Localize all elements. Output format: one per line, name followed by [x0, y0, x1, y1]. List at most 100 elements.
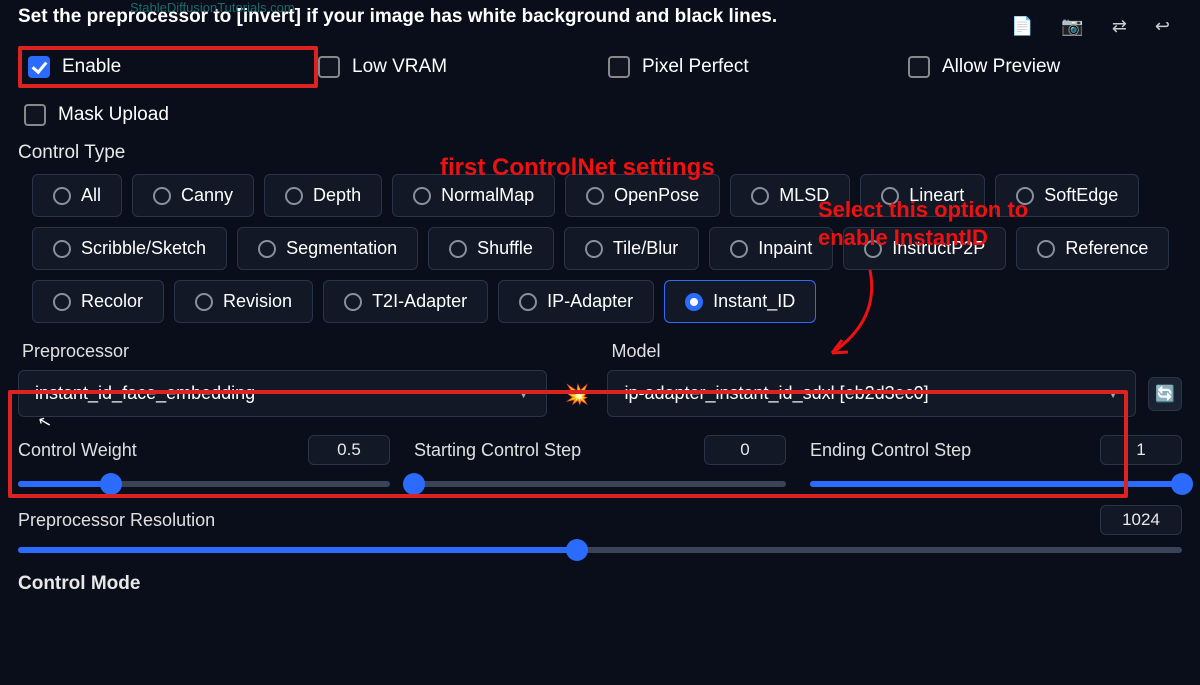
model-column: Model ip-adapter_instant_id_sdxl [eb2d3e… — [607, 341, 1136, 417]
allow-preview-label: Allow Preview — [942, 56, 1060, 78]
mask-upload-label: Mask Upload — [58, 104, 169, 126]
low-vram-checkbox[interactable] — [318, 56, 340, 78]
checkbox-row-1: Enable Low VRAM Pixel Perfect Allow Prev… — [18, 42, 1182, 102]
annotation-note: Select this option toenable InstantID — [818, 196, 1028, 251]
enable-label: Enable — [62, 56, 121, 78]
allow-preview-checkbox[interactable] — [908, 56, 930, 78]
control-type-recolor[interactable]: Recolor — [32, 280, 164, 323]
slider-thumb[interactable] — [566, 539, 588, 561]
low-vram-group: Low VRAM — [318, 56, 608, 78]
control-weight-track[interactable] — [18, 481, 390, 487]
radio-icon — [53, 240, 71, 258]
end-step-slider: Ending Control Step 1 — [810, 435, 1182, 487]
control-type-canny[interactable]: Canny — [132, 174, 254, 217]
camera-icon[interactable]: 📷 — [1061, 16, 1083, 37]
refresh-models-button[interactable]: 🔄 — [1148, 377, 1182, 411]
radio-icon — [285, 187, 303, 205]
control-weight-label: Control Weight — [18, 440, 137, 461]
radio-icon — [195, 293, 213, 311]
model-label: Model — [607, 341, 1136, 362]
radio-icon — [585, 240, 603, 258]
control-type-segmentation[interactable]: Segmentation — [237, 227, 418, 270]
end-step-label: Ending Control Step — [810, 440, 971, 461]
control-type-inpaint[interactable]: Inpaint — [709, 227, 833, 270]
return-icon[interactable]: ↩ — [1155, 16, 1170, 37]
radio-label: T2I-Adapter — [372, 291, 467, 312]
radio-label: OpenPose — [614, 185, 699, 206]
radio-icon — [586, 187, 604, 205]
control-type-t2i-adapter[interactable]: T2I-Adapter — [323, 280, 488, 323]
radio-icon — [685, 293, 703, 311]
control-type-revision[interactable]: Revision — [174, 280, 313, 323]
preprocessor-dropdown[interactable]: instant_id_face_embedding ▼ — [18, 370, 547, 417]
model-value: ip-adapter_instant_id_sdxl [eb2d3ec0] — [624, 383, 928, 404]
start-step-label: Starting Control Step — [414, 440, 581, 461]
enable-checkbox[interactable] — [28, 56, 50, 78]
radio-label: Inpaint — [758, 238, 812, 259]
radio-icon — [751, 187, 769, 205]
sliders-row: Control Weight 0.5 Starting Control Step… — [18, 431, 1182, 487]
radio-label: Recolor — [81, 291, 143, 312]
pixel-perfect-checkbox[interactable] — [608, 56, 630, 78]
radio-icon — [413, 187, 431, 205]
radio-label: Shuffle — [477, 238, 533, 259]
end-step-track[interactable] — [810, 481, 1182, 487]
radio-label: IP-Adapter — [547, 291, 633, 312]
start-step-value[interactable]: 0 — [704, 435, 786, 465]
preprocessor-column: Preprocessor instant_id_face_embedding ▼ — [18, 341, 547, 417]
mask-upload-group: Mask Upload — [24, 104, 1182, 126]
control-type-tile-blur[interactable]: Tile/Blur — [564, 227, 699, 270]
end-step-value[interactable]: 1 — [1100, 435, 1182, 465]
radio-label: NormalMap — [441, 185, 534, 206]
radio-icon — [153, 187, 171, 205]
radio-icon — [53, 187, 71, 205]
slider-thumb[interactable] — [403, 473, 425, 495]
document-icon[interactable]: 📄 — [1011, 16, 1033, 37]
control-type-all[interactable]: All — [32, 174, 122, 217]
annotation-title: first ControlNet settings — [440, 154, 715, 182]
slider-thumb[interactable] — [1171, 473, 1193, 495]
slider-thumb[interactable] — [100, 473, 122, 495]
radio-icon — [344, 293, 362, 311]
radio-label: Canny — [181, 185, 233, 206]
radio-icon — [53, 293, 71, 311]
preprocessor-value: instant_id_face_embedding — [35, 383, 255, 404]
control-mode-label: Control Mode — [18, 553, 1182, 605]
run-preprocessor-icon[interactable]: 💥 — [559, 382, 596, 417]
control-type-scribble-sketch[interactable]: Scribble/Sketch — [32, 227, 227, 270]
allow-preview-group: Allow Preview — [908, 56, 1060, 78]
chevron-down-icon: ▼ — [1107, 387, 1119, 401]
radio-icon — [519, 293, 537, 311]
pixel-perfect-label: Pixel Perfect — [642, 56, 749, 78]
enable-group: Enable — [18, 46, 318, 88]
radio-icon — [730, 240, 748, 258]
control-type-depth[interactable]: Depth — [264, 174, 382, 217]
control-type-instant-id[interactable]: Instant_ID — [664, 280, 816, 323]
start-step-track[interactable] — [414, 481, 786, 487]
control-type-reference[interactable]: Reference — [1016, 227, 1169, 270]
control-type-ip-adapter[interactable]: IP-Adapter — [498, 280, 654, 323]
pixel-perfect-group: Pixel Perfect — [608, 56, 908, 78]
dropdown-row: Preprocessor instant_id_face_embedding ▼… — [18, 335, 1182, 431]
watermark-text: StableDiffusionTutorials.com — [130, 0, 295, 15]
radio-label: SoftEdge — [1044, 185, 1118, 206]
control-weight-value[interactable]: 0.5 — [308, 435, 390, 465]
pre-res-label: Preprocessor Resolution — [18, 510, 215, 531]
control-weight-slider: Control Weight 0.5 — [18, 435, 390, 487]
control-type-shuffle[interactable]: Shuffle — [428, 227, 554, 270]
start-step-slider: Starting Control Step 0 — [414, 435, 786, 487]
radio-label: Scribble/Sketch — [81, 238, 206, 259]
radio-label: Revision — [223, 291, 292, 312]
radio-label: Instant_ID — [713, 291, 795, 312]
radio-icon — [449, 240, 467, 258]
swap-icon[interactable]: ⇄ — [1112, 16, 1127, 37]
model-dropdown[interactable]: ip-adapter_instant_id_sdxl [eb2d3ec0] ▼ — [607, 370, 1136, 417]
pre-res-track[interactable] — [18, 547, 1182, 553]
radio-label: Tile/Blur — [613, 238, 678, 259]
pre-res-value[interactable]: 1024 — [1100, 505, 1182, 535]
checkbox-row-2: Mask Upload — [18, 102, 1182, 136]
top-toolbar: 📄 📷 ⇄ ↩ — [1011, 16, 1170, 37]
mask-upload-checkbox[interactable] — [24, 104, 46, 126]
radio-label: Depth — [313, 185, 361, 206]
radio-label: Reference — [1065, 238, 1148, 259]
